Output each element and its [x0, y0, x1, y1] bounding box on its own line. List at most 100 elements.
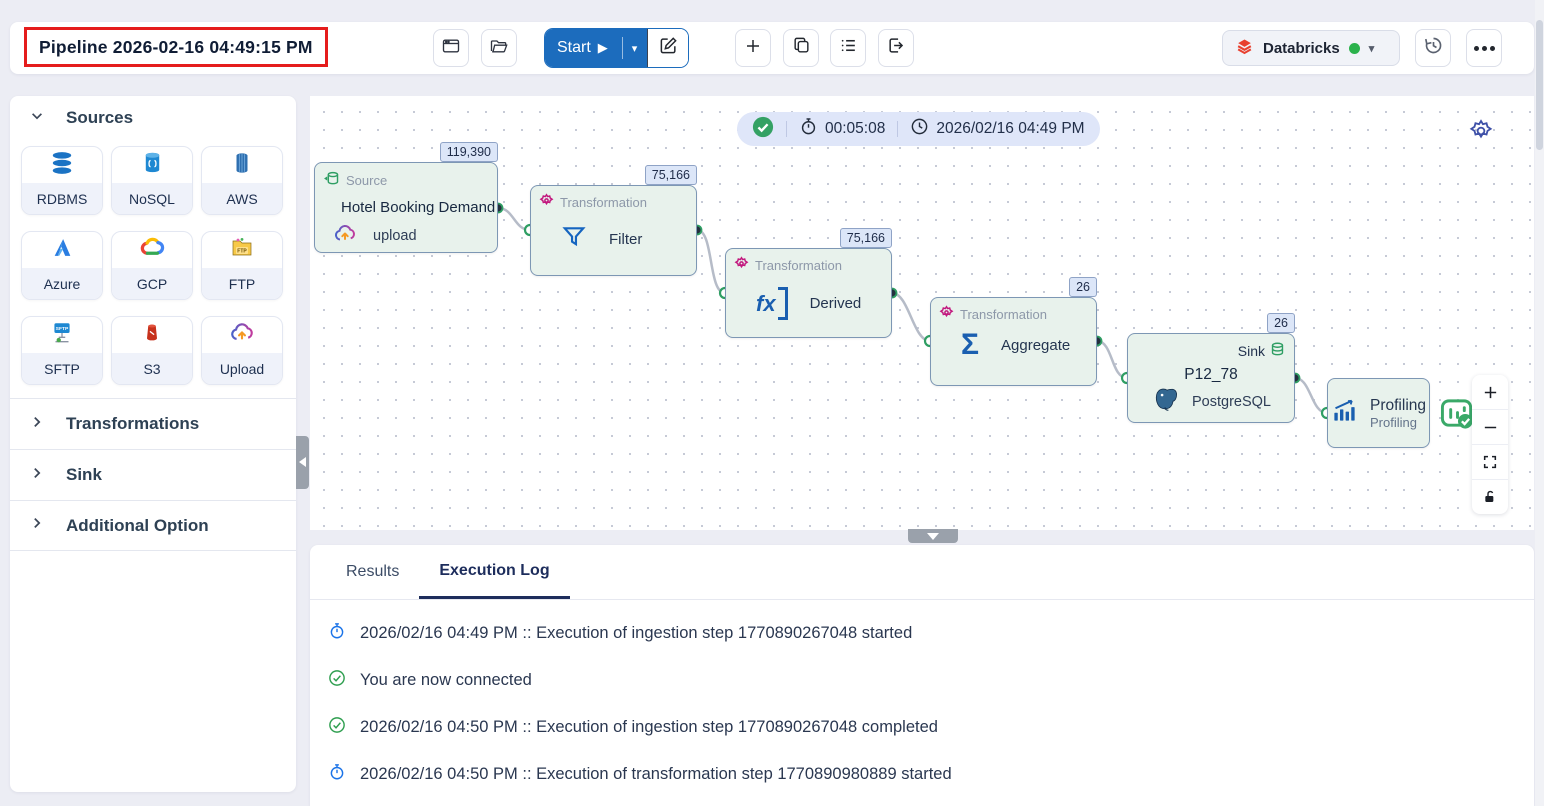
log-entry: 2026/02/16 04:49 PM :: Execution of inge…: [328, 610, 1534, 657]
node-title: Derived: [810, 295, 862, 312]
bottom-panel-collapse-handle[interactable]: [908, 529, 958, 543]
node-kind-label: Sink: [1238, 343, 1265, 359]
ellipsis-icon: [1474, 46, 1495, 51]
stopwatch-icon: [328, 622, 346, 645]
page-scrollbar-thumb[interactable]: [1536, 20, 1543, 150]
open-pipeline-button[interactable]: [481, 29, 517, 67]
log-entry: 2026/02/16 04:50 PM :: Execution of inge…: [328, 704, 1534, 751]
node-aggregate[interactable]: 26 Transformation Σ Aggregate: [930, 297, 1097, 386]
sidebar-section-transformations[interactable]: Transformations: [10, 398, 296, 449]
transformation-gear-icon: [939, 305, 954, 323]
edit-pipeline-button[interactable]: [647, 29, 688, 67]
duplicate-button[interactable]: [783, 29, 819, 67]
source-item-upload[interactable]: Upload: [201, 316, 283, 385]
canvas-settings-gear-icon[interactable]: [1468, 118, 1494, 149]
node-derived[interactable]: 75,166 Transformation fx Derived: [725, 248, 892, 338]
history-button[interactable]: [1415, 29, 1451, 67]
source-item-azure[interactable]: Azure: [21, 231, 103, 300]
export-icon: [887, 36, 906, 60]
node-kind-label: Transformation: [755, 258, 842, 273]
source-item-aws[interactable]: AWS: [201, 146, 283, 215]
node-profiling[interactable]: Profiling Profiling: [1327, 378, 1430, 448]
upload-cloud-icon: [229, 320, 255, 351]
rdbms-icon: [49, 150, 75, 181]
node-subtitle: Profiling: [1370, 415, 1426, 430]
source-item-nosql[interactable]: NoSQL: [111, 146, 193, 215]
log-entry: You are now connected: [328, 657, 1534, 704]
connector-label: Databricks: [1263, 40, 1340, 57]
pipeline-app: Pipeline 2026-02-16 04:49:15 PM Start ▶: [0, 0, 1544, 806]
export-button[interactable]: [878, 29, 914, 67]
results-log-panel: Results Execution Log 2026/02/16 04:49 P…: [310, 545, 1534, 806]
pipeline-canvas[interactable]: 00:05:08 2026/02/16 04:49 PM: [310, 96, 1534, 530]
start-options-dropdown[interactable]: ▾: [620, 29, 648, 67]
stopwatch-icon: [799, 117, 818, 141]
fx-derived-icon: fx: [756, 287, 788, 320]
connector-selector[interactable]: Databricks ▾: [1222, 30, 1400, 66]
nosql-icon: [141, 151, 164, 179]
sidebar-collapse-handle[interactable]: [296, 436, 309, 489]
edit-icon: [659, 36, 678, 60]
source-item-rdbms[interactable]: RDBMS: [21, 146, 103, 215]
fit-view-button[interactable]: [1472, 445, 1508, 480]
record-count-badge: 26: [1069, 277, 1097, 297]
start-button[interactable]: Start ▶: [545, 29, 620, 67]
node-title: Aggregate: [1001, 337, 1070, 354]
node-source[interactable]: 119,390 Source Hotel Booking Demand D...: [314, 162, 498, 253]
clock-icon: [910, 117, 929, 141]
panel-tabs: Results Execution Log: [310, 545, 1534, 600]
history-icon: [1423, 35, 1444, 61]
pipeline-title[interactable]: Pipeline 2026-02-16 04:49:15 PM: [24, 27, 328, 67]
start-button-label: Start: [557, 39, 591, 57]
divider: [786, 121, 787, 137]
node-subtitle: upload: [373, 228, 417, 244]
transformation-gear-icon: [539, 193, 554, 211]
sigma-aggregate-icon: Σ: [961, 332, 979, 358]
node-filter[interactable]: 75,166 Transformation Filter: [530, 185, 697, 276]
play-icon: ▶: [598, 40, 608, 56]
sources-section-header[interactable]: Sources: [30, 108, 133, 128]
list-view-button[interactable]: [830, 29, 866, 67]
node-sink[interactable]: 26 Sink P12_78 Postgr: [1127, 333, 1295, 423]
sidebar-section-sink[interactable]: Sink: [10, 449, 296, 500]
stopwatch-icon: [328, 763, 346, 786]
sidebar-section-additional-option[interactable]: Additional Option: [10, 500, 296, 551]
divider: [897, 121, 898, 137]
lock-toggle-button[interactable]: [1472, 480, 1508, 514]
chevron-down-icon: [30, 109, 44, 128]
zoom-out-button[interactable]: [1472, 410, 1508, 445]
source-item-ftp[interactable]: FTP FTP: [201, 231, 283, 300]
panel-view-button[interactable]: [433, 29, 469, 67]
connection-status-dot: [1349, 43, 1360, 54]
tab-results[interactable]: Results: [326, 545, 419, 599]
window-icon: [441, 36, 461, 61]
node-title: P12_78: [1128, 361, 1294, 384]
postgresql-elephant-icon: [1150, 385, 1179, 418]
more-options-button[interactable]: [1466, 29, 1502, 67]
chevron-left-icon: [299, 454, 307, 472]
add-node-button[interactable]: [735, 29, 771, 67]
list-icon: [839, 36, 858, 60]
source-item-s3[interactable]: S3: [111, 316, 193, 385]
source-item-gcp[interactable]: GCP: [111, 231, 193, 300]
upload-cloud-icon: [333, 222, 357, 250]
node-title: Hotel Booking Demand D...: [315, 190, 497, 216]
log-entry: 2026/02/16 04:50 PM :: Execution of tran…: [328, 751, 1534, 798]
zoom-in-button[interactable]: [1472, 375, 1508, 410]
execution-log-list: 2026/02/16 04:49 PM :: Execution of inge…: [310, 600, 1534, 798]
filter-funnel-icon: [561, 224, 587, 254]
databricks-icon: [1235, 37, 1254, 60]
canvas-zoom-controls: [1472, 375, 1508, 514]
divider: [622, 37, 623, 59]
node-kind-label: Transformation: [960, 307, 1047, 322]
plus-icon: [744, 37, 762, 60]
tab-execution-log[interactable]: Execution Log: [419, 545, 569, 599]
profiling-result-check-icon[interactable]: [1440, 396, 1475, 436]
page-scrollbar[interactable]: [1535, 0, 1544, 806]
sftp-icon: SFTP: [49, 320, 75, 351]
transformation-gear-icon: [734, 256, 749, 274]
record-count-badge: 26: [1267, 313, 1295, 333]
node-kind-label: Transformation: [560, 195, 647, 210]
source-item-sftp[interactable]: SFTP SFTP: [21, 316, 103, 385]
component-sidebar: Sources RDBMS NoSQL: [10, 96, 296, 792]
